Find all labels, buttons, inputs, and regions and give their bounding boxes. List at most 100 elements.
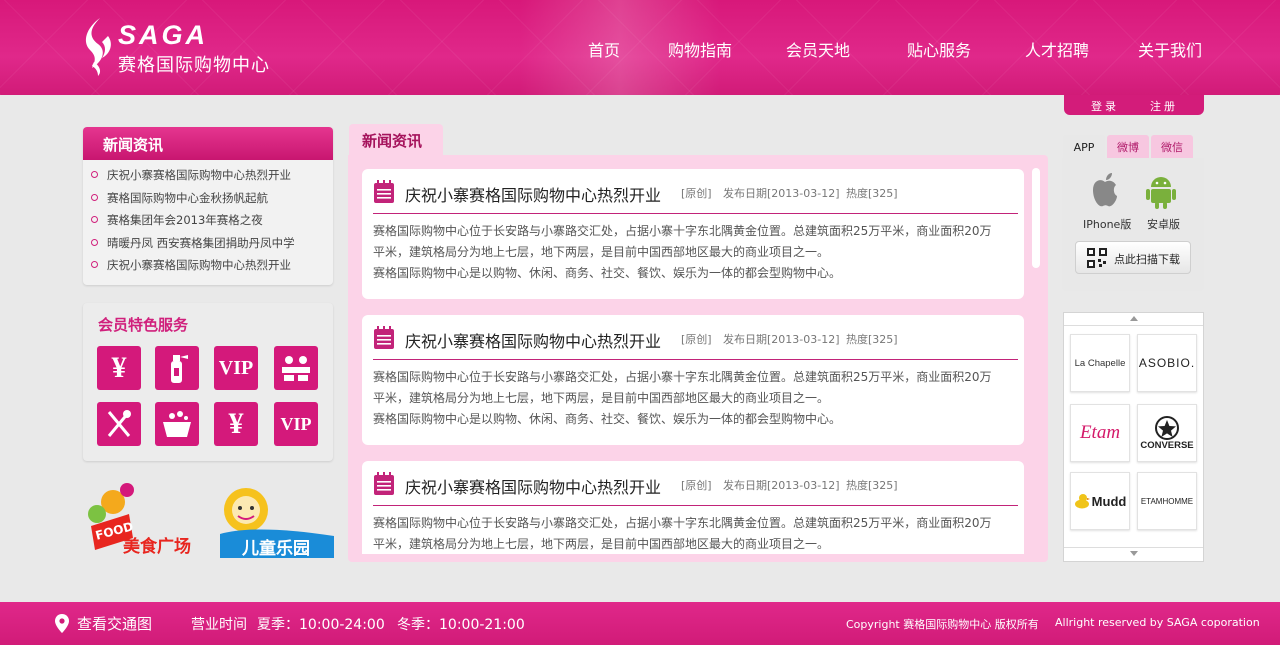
article-divider <box>373 505 1018 506</box>
article-source: [原创] <box>681 187 712 200</box>
food-court-label: 美食广场 <box>123 537 191 557</box>
article-title[interactable]: 庆祝小寨赛格国际购物中心热烈开业 <box>405 474 661 498</box>
brand-name: La Chapelle <box>1074 357 1126 369</box>
article-divider <box>373 213 1018 214</box>
nav-item-shopping-guide[interactable]: 购物指南 <box>668 37 732 61</box>
qr-download-label: 点此扫描下载 <box>1114 253 1180 266</box>
kids-park-promo[interactable]: 儿童乐园 <box>216 484 338 560</box>
app-tabs: APP 微博 微信 <box>1063 135 1203 159</box>
notepad-icon <box>374 472 394 495</box>
duck-icon <box>1074 494 1090 509</box>
register-link[interactable]: 注册 <box>1150 98 1178 114</box>
copyright-text: Copyright 赛格国际购物中心 版权所有 <box>846 618 1039 631</box>
article-body: 赛格国际购物中心位于长安路与小寨路交汇处，占据小寨十字东北隅黄金位置。总建筑面积… <box>373 221 1018 284</box>
member-services: 会员特色服务 ¥ VIP ¥ VIP <box>83 303 333 461</box>
yen-icon[interactable]: ¥ <box>97 346 141 390</box>
tab-app[interactable]: APP <box>1063 135 1105 159</box>
news-link[interactable]: 庆祝小寨赛格国际购物中心热烈开业 <box>91 167 329 190</box>
vip-icon[interactable]: VIP <box>214 346 258 390</box>
article-source: [原创] <box>681 479 712 492</box>
article-body-line: 赛格国际购物中心是以购物、休闲、商务、社交、餐饮、娱乐为一体的都会型购物中心。 <box>373 412 842 426</box>
hours-label: 营业时间 <box>191 617 247 633</box>
dining-icon[interactable] <box>97 402 141 446</box>
main-nav: 首页 购物指南 会员天地 贴心服务 人才招聘 关于我们 <box>0 37 1280 61</box>
tab-wechat[interactable]: 微信 <box>1151 135 1193 159</box>
converse-star-icon <box>1155 415 1179 440</box>
tab-news-label: 新闻资讯 <box>362 132 423 150</box>
gift-basket-icon[interactable] <box>155 402 199 446</box>
article-body-line: 赛格国际购物中心位于长安路与小寨路交汇处，占据小寨十字东北隅黄金位置。总建筑面积… <box>373 224 992 238</box>
brand-mudd[interactable]: Mudd <box>1070 472 1130 530</box>
article-card[interactable]: 庆祝小寨赛格国际购物中心热烈开业 [原创] 发布日期[2013-03-12] 热… <box>362 169 1024 299</box>
article-body-line: 赛格国际购物中心位于长安路与小寨路交汇处，占据小寨十字东北隅黄金位置。总建筑面积… <box>373 516 992 530</box>
iphone-label: IPhone版 <box>1083 218 1132 231</box>
fire-extinguisher-glyph <box>171 355 188 383</box>
sidebar-news-list: 庆祝小寨赛格国际购物中心热烈开业 赛格国际购物中心金秋扬帆起航 赛格集团年会20… <box>91 167 329 280</box>
article-heat: 热度[325] <box>846 333 898 346</box>
vip-icon[interactable]: VIP <box>274 402 318 446</box>
login-link[interactable]: 登录 <box>1091 98 1119 114</box>
brand-etam[interactable]: Etam <box>1070 404 1130 462</box>
qr-download-button[interactable]: 点此扫描下载 <box>1075 241 1191 274</box>
news-scrollbar[interactable] <box>1032 168 1040 268</box>
header: SAGA 赛格国际购物中心 首页 购物指南 会员天地 贴心服务 人才招聘 关于我… <box>0 0 1280 95</box>
article-body-line: 赛格国际购物中心位于长安路与小寨路交汇处，占据小寨十字东北隅黄金位置。总建筑面积… <box>373 370 992 384</box>
kids-park-label: 儿童乐园 <box>242 539 310 559</box>
news-link[interactable]: 庆祝小寨赛格国际购物中心热烈开业 <box>91 257 329 280</box>
tab-news[interactable]: 新闻资讯 <box>349 124 443 156</box>
winter-hours: 冬季：10:00-21:00 <box>397 617 525 633</box>
yen-icon[interactable]: ¥ <box>214 402 258 446</box>
article-date: 发布日期[2013-03-12] <box>723 187 840 200</box>
article-heat: 热度[325] <box>846 479 898 492</box>
article-heat: 热度[325] <box>846 187 898 200</box>
article-body-line: 平米，建筑格局分为地上七层，地下两层，是目前中国西部地区最大的商业项目之一。 <box>373 537 830 551</box>
brand-name: ASOBIO. <box>1138 356 1196 370</box>
brand-name: Mudd <box>1091 493 1127 509</box>
lounge-glyph <box>282 356 310 381</box>
qr-code-icon <box>1087 248 1107 268</box>
brand-etamhomme[interactable]: ETAMHOMME <box>1137 472 1197 530</box>
article-title[interactable]: 庆祝小寨赛格国际购物中心热烈开业 <box>405 328 661 352</box>
nav-item-careers[interactable]: 人才招聘 <box>1025 37 1089 61</box>
article-body-line: 平米，建筑格局分为地上七层，地下两层，是目前中国西部地区最大的商业项目之一。 <box>373 245 830 259</box>
scroll-down-icon[interactable] <box>1130 551 1138 556</box>
nav-item-services[interactable]: 贴心服务 <box>907 37 971 61</box>
scroll-up-icon[interactable] <box>1130 316 1138 321</box>
brand-la-chapelle[interactable]: La Chapelle <box>1070 334 1130 392</box>
fire-extinguisher-icon[interactable] <box>155 346 199 390</box>
article-body-line: 赛格国际购物中心是以购物、休闲、商务、社交、餐饮、娱乐为一体的都会型购物中心。 <box>373 266 842 280</box>
summer-hours: 夏季：10:00-24:00 <box>257 617 385 633</box>
member-services-title: 会员特色服务 <box>98 316 189 334</box>
sidebar-news-title: 新闻资讯 <box>103 136 164 154</box>
gift-basket-glyph <box>163 411 191 437</box>
app-download: IPhone版 安卓版 点此扫描下载 <box>1062 158 1204 291</box>
brand-name: Etam <box>1079 422 1121 443</box>
traffic-map-link[interactable]: 查看交通图 <box>77 613 152 634</box>
nav-item-members[interactable]: 会员天地 <box>786 37 850 61</box>
brand-converse[interactable]: CONVERSE <box>1137 404 1197 462</box>
tab-weibo[interactable]: 微博 <box>1107 135 1149 159</box>
article-card[interactable]: 庆祝小寨赛格国际购物中心热烈开业 [原创] 发布日期[2013-03-12] 热… <box>362 315 1024 445</box>
carousel-divider <box>1064 325 1203 326</box>
article-title[interactable]: 庆祝小寨赛格国际购物中心热烈开业 <box>405 182 661 206</box>
footer: 查看交通图 营业时间 夏季：10:00-24:00 冬季：10:00-21:00… <box>0 602 1280 645</box>
article-body: 赛格国际购物中心位于长安路与小寨路交汇处，占据小寨十字东北隅黄金位置。总建筑面积… <box>373 513 1018 554</box>
android-icon[interactable] <box>1146 174 1176 210</box>
lounge-icon[interactable] <box>274 346 318 390</box>
article-card[interactable]: 庆祝小寨赛格国际购物中心热烈开业 [原创] 发布日期[2013-03-12] 热… <box>362 461 1024 554</box>
news-link[interactable]: 赛格集团年会2013年赛格之夜 <box>91 212 329 235</box>
brand-name: ETAMHOMME <box>1140 496 1194 506</box>
nav-item-about[interactable]: 关于我们 <box>1138 37 1202 61</box>
article-date: 发布日期[2013-03-12] <box>723 479 840 492</box>
brand-name: CONVERSE <box>1140 439 1194 451</box>
apple-icon[interactable] <box>1089 172 1121 210</box>
auth-bar: 登录 注册 <box>1064 95 1204 115</box>
nav-item-home[interactable]: 首页 <box>588 37 620 61</box>
food-court-promo[interactable]: FOOD 美食广场 <box>83 480 203 558</box>
news-link[interactable]: 赛格国际购物中心金秋扬帆起航 <box>91 190 329 213</box>
brand-asobio[interactable]: ASOBIO. <box>1137 334 1197 392</box>
notepad-icon <box>374 326 394 349</box>
news-link[interactable]: 晴暖丹凤 西安赛格集团捐助丹凤中学 <box>91 235 329 258</box>
sidebar-news-header: 新闻资讯 <box>83 127 333 160</box>
article-body-line: 平米，建筑格局分为地上七层，地下两层，是目前中国西部地区最大的商业项目之一。 <box>373 391 830 405</box>
